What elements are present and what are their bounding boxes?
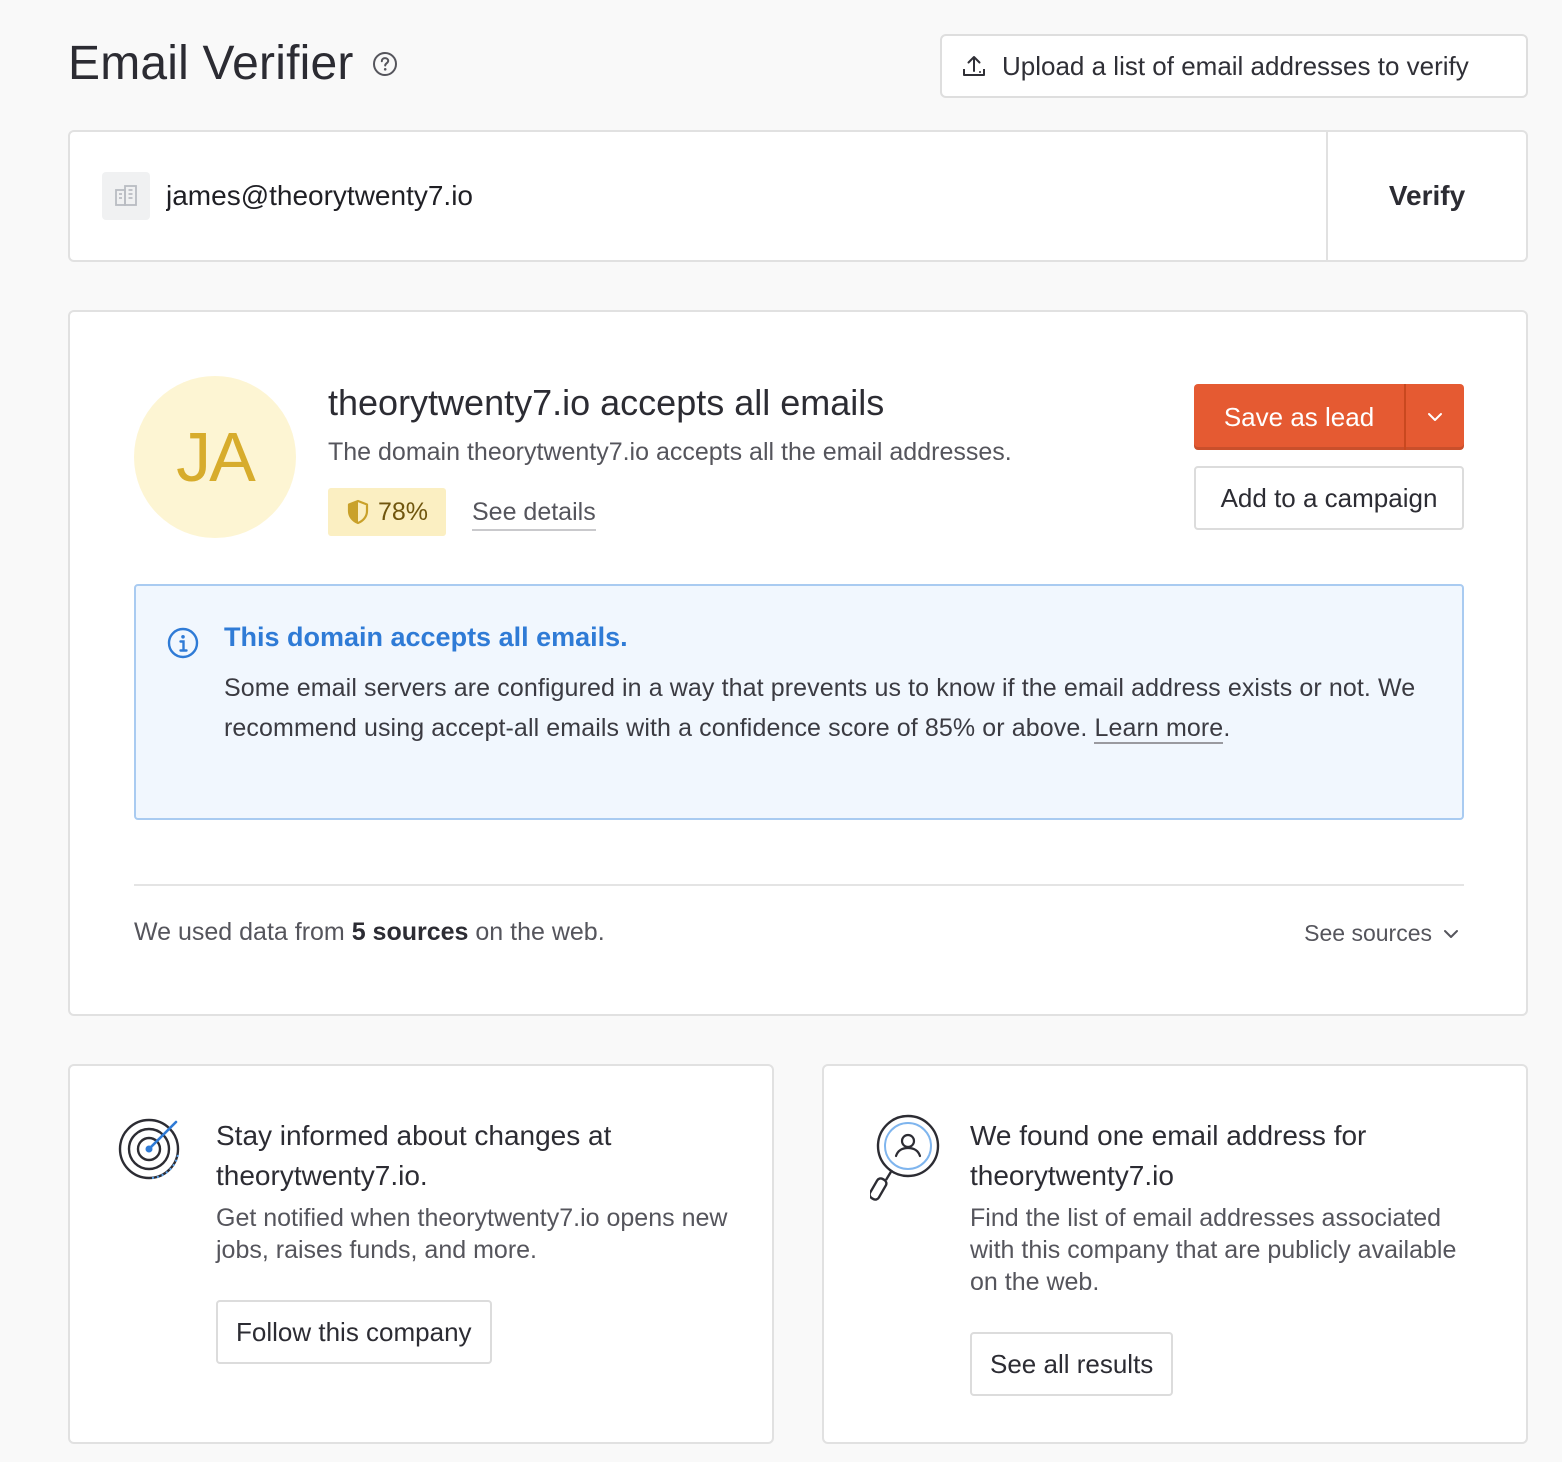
see-all-results-button[interactable]: See all results [970, 1332, 1174, 1396]
sources-count: 5 sources [351, 918, 469, 946]
page-title: Email Verifier [68, 37, 354, 90]
email-search-bar: Verify [68, 130, 1528, 262]
chevron-down-icon [1440, 923, 1462, 945]
sources-suffix: on the web. [468, 918, 605, 946]
sources-summary: We used data from 5 sources on the web. [134, 918, 605, 947]
see-details-link[interactable]: See details [472, 498, 596, 531]
avatar: JA [134, 376, 296, 538]
email-search-field [70, 132, 1326, 260]
sources-prefix: We used data from [134, 918, 352, 946]
info-text: Some email servers are configured in a w… [224, 668, 1434, 748]
help-icon[interactable] [372, 51, 398, 77]
email-input[interactable] [166, 180, 1066, 212]
results-card-title: We found one email address for theorytwe… [970, 1120, 1367, 1191]
results-card-text: Find the list of email addresses associa… [970, 1204, 1457, 1296]
all-results-card: We found one email address for theorytwe… [822, 1064, 1528, 1444]
result-title: theorytwenty7.io accepts all emails [328, 382, 885, 423]
result-subtitle: The domain theorytwenty7.io accepts all … [328, 438, 1012, 466]
confidence-score-badge: 78% [328, 488, 446, 536]
shield-icon [346, 499, 370, 525]
see-sources-label: See sources [1304, 920, 1432, 946]
confidence-score: 78% [377, 497, 429, 526]
divider [134, 884, 1464, 886]
info-body: Some email servers are configured in a w… [224, 674, 1416, 742]
follow-card-text: Get notified when theorytwenty7.io opens… [216, 1204, 728, 1264]
chevron-down-icon[interactable] [1406, 384, 1464, 450]
learn-more-link[interactable]: Learn more [1094, 714, 1224, 744]
magnifier-person-icon [870, 1112, 940, 1204]
info-icon [166, 626, 200, 660]
save-as-lead-label: Save as lead [1194, 384, 1406, 450]
target-icon [116, 1112, 186, 1204]
page-header: Email Verifier [68, 36, 398, 91]
info-period: . [1223, 714, 1231, 742]
verify-button[interactable]: Verify [1326, 132, 1526, 260]
building-icon [102, 172, 150, 220]
add-to-campaign-button[interactable]: Add to a campaign [1194, 466, 1464, 530]
follow-company-button[interactable]: Follow this company [216, 1300, 492, 1364]
upload-list-button[interactable]: Upload a list of email addresses to veri… [940, 34, 1528, 98]
follow-company-card: Stay informed about changes at theorytwe… [68, 1064, 774, 1444]
follow-card-title: Stay informed about changes at theorytwe… [216, 1120, 612, 1191]
save-as-lead-button[interactable]: Save as lead [1194, 384, 1464, 450]
see-sources-toggle[interactable]: See sources [1304, 920, 1462, 947]
accept-all-info-box: This domain accepts all emails. Some ema… [134, 584, 1464, 820]
verification-result-card: JA theorytwenty7.io accepts all emails T… [68, 310, 1528, 1016]
info-title: This domain accepts all emails. [224, 622, 628, 652]
upload-list-label: Upload a list of email addresses to veri… [1002, 50, 1469, 81]
email-verifier-page: Email Verifier Upload a list of email ad… [0, 0, 1562, 1462]
upload-icon [960, 52, 988, 80]
